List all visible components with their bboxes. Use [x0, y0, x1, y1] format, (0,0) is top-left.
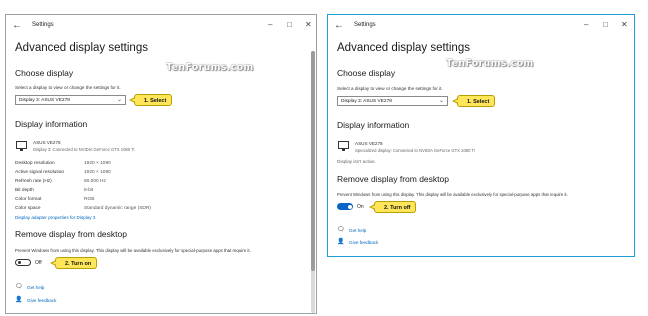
- close-button[interactable]: ✕: [621, 20, 628, 29]
- watermark: TenForums.com: [446, 58, 534, 69]
- remove-display-heading: Remove display from desktop: [337, 174, 449, 184]
- info-label: Bit depth: [15, 188, 34, 193]
- choose-display-hint: Select a display to view or change the s…: [15, 85, 121, 90]
- remove-display-heading: Remove display from desktop: [15, 229, 127, 239]
- minimize-button[interactable]: –: [268, 20, 272, 29]
- back-arrow-icon[interactable]: ←: [334, 20, 344, 31]
- display-select-value: Display 3: ASUS VE278: [341, 99, 392, 104]
- remove-display-desc: Prevent Windows from using this display.…: [15, 248, 251, 253]
- monitor-subtitle: Specialized display: Connected to NVIDIA…: [355, 148, 475, 153]
- window-title: Settings: [354, 22, 376, 28]
- callout-turn-on: 2. Turn on: [50, 257, 98, 269]
- maximize-button[interactable]: □: [287, 20, 292, 29]
- toggle-state-label: Off: [35, 260, 42, 266]
- info-value: 1920 × 1080: [84, 170, 111, 175]
- display-select[interactable]: Display 3: ASUS VE278 ⌄: [337, 96, 448, 106]
- feedback-icon: 👤: [15, 297, 23, 303]
- display-select-value: Display 3: ASUS VE278: [19, 98, 70, 103]
- scrollbar-thumb[interactable]: [311, 51, 315, 271]
- display-information-heading: Display information: [337, 120, 410, 130]
- remove-display-toggle[interactable]: [15, 259, 31, 266]
- info-value: RGB: [84, 197, 95, 202]
- maximize-button[interactable]: □: [603, 20, 608, 29]
- monitor-name: ASUS VE278: [355, 141, 383, 146]
- info-label: Desktop resolution: [15, 161, 55, 166]
- settings-window-right: ← Settings – □ ✕ Advanced display settin…: [327, 14, 635, 257]
- window-title: Settings: [32, 22, 54, 28]
- choose-display-heading: Choose display: [15, 68, 74, 78]
- monitor-icon: [338, 141, 349, 151]
- callout-select: 1. Select: [452, 95, 496, 107]
- watermark: TenForums.com: [166, 62, 254, 73]
- page-title: Advanced display settings: [15, 42, 148, 54]
- remove-display-toggle[interactable]: [337, 203, 353, 210]
- minimize-button[interactable]: –: [584, 20, 588, 29]
- get-help-link[interactable]: Get help: [27, 285, 44, 290]
- info-label: Refresh rate (Hz): [15, 179, 52, 184]
- display-status: Display isn't active.: [337, 159, 376, 164]
- display-information-heading: Display information: [15, 119, 88, 129]
- help-icon: 🗨: [337, 227, 345, 233]
- settings-window-left: ← Settings – □ ✕ Advanced display settin…: [5, 14, 317, 314]
- chevron-down-icon: ⌄: [116, 97, 122, 103]
- remove-display-desc: Prevent Windows from using this display.…: [337, 192, 568, 197]
- monitor-name: ASUS VE278: [33, 140, 61, 145]
- title-bar: ← Settings – □ ✕: [328, 15, 634, 37]
- give-feedback-link[interactable]: Give feedback: [349, 240, 378, 245]
- monitor-icon: [16, 141, 27, 151]
- toggle-state-label: On: [357, 204, 364, 210]
- info-value: 8-bit: [84, 188, 94, 193]
- back-arrow-icon[interactable]: ←: [12, 20, 22, 31]
- title-bar: ← Settings – □ ✕: [6, 15, 316, 37]
- callout-turn-off: 2. Turn off: [369, 201, 417, 213]
- callout-select: 1. Select: [129, 94, 173, 106]
- page-title: Advanced display settings: [337, 42, 470, 54]
- chevron-down-icon: ⌄: [438, 98, 444, 104]
- choose-display-hint: Select a display to view or change the s…: [337, 86, 443, 91]
- info-value: 1920 × 1080: [84, 161, 111, 166]
- display-adapter-properties-link[interactable]: Display adapter properties for Display 3: [15, 215, 95, 220]
- info-label: Color format: [15, 197, 42, 202]
- choose-display-heading: Choose display: [337, 68, 396, 78]
- info-label: Active signal resolution: [15, 170, 65, 175]
- give-feedback-link[interactable]: Give feedback: [27, 298, 56, 303]
- feedback-icon: 👤: [337, 239, 345, 245]
- info-value: 60.000 Hz: [84, 179, 106, 184]
- close-button[interactable]: ✕: [305, 20, 312, 29]
- display-select[interactable]: Display 3: ASUS VE278 ⌄: [15, 95, 126, 105]
- help-icon: 🗨: [15, 284, 23, 290]
- get-help-link[interactable]: Get help: [349, 228, 366, 233]
- info-label: Color space: [15, 206, 41, 211]
- info-value: Standard dynamic range (SDR): [84, 206, 151, 211]
- monitor-subtitle: Display 3: Connected to NVIDIA GeForce G…: [33, 147, 135, 152]
